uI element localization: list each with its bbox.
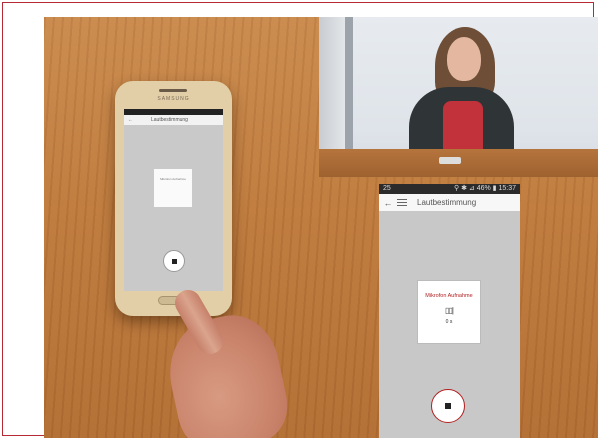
stop-recording-button[interactable] [431,389,465,423]
app-title: Lautbestimmung [417,198,477,207]
recording-timer: 0 s [445,319,453,325]
phone-earpiece [159,89,187,92]
phone-recording-card: Mikrofon Aufnahme [154,169,192,207]
app-bar: ← Lautbestimmung [379,194,520,211]
video-scene: SAMSUNG ← Lautbestimmung Mikrofon Aufnahm… [44,17,598,438]
person-head [447,37,481,81]
background-door [319,17,347,157]
phone-app-title: Lautbestimmung [151,117,188,123]
status-left: 25 [383,185,391,192]
phone-screen: ← Lautbestimmung Mikrofon Aufnahme [124,109,223,291]
phone-on-table [439,157,461,164]
smartphone: SAMSUNG ← Lautbestimmung Mikrofon Aufnahm… [115,81,232,316]
phone-app-bar: ← Lautbestimmung [124,115,223,125]
stop-icon [445,403,451,409]
audio-level-icon: ▯▯| [445,306,454,315]
status-right: ⚲ ✱ ⊿ 46% ▮ 15:37 [454,185,516,192]
webcam-inset [319,17,598,177]
app-status-bar: 25 ⚲ ✱ ⊿ 46% ▮ 15:37 [379,184,520,194]
stop-icon [172,259,177,264]
hand [159,306,295,438]
back-arrow-icon[interactable]: ← [383,198,393,208]
phone-stop-button[interactable] [163,250,185,272]
hamburger-menu-icon[interactable] [397,199,407,206]
recording-card-title: Mikrofon Aufnahme [425,293,473,299]
recording-card: Mikrofon Aufnahme ▯▯| 0 s [418,281,480,343]
phone-brand: SAMSUNG [157,96,190,102]
door-frame [345,17,353,157]
phone-card-text: Mikrofon Aufnahme [160,177,186,181]
app-screenshot-inset: 25 ⚲ ✱ ⊿ 46% ▮ 15:37 ← Lautbestimmung Mi… [379,184,520,438]
